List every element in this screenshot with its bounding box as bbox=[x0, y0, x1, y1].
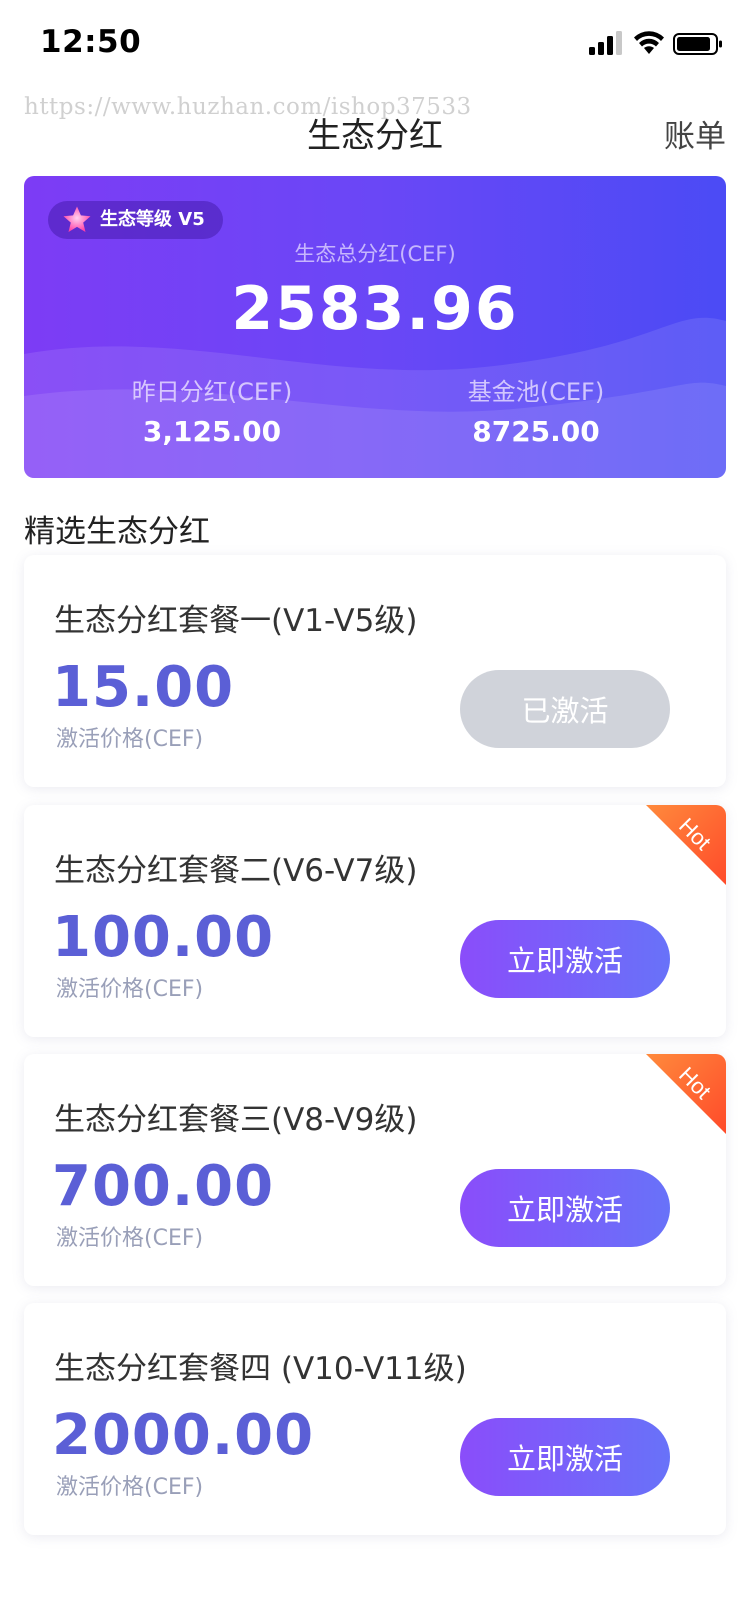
package-card: Hot 生态分红套餐三(V8-V9级) 700.00 激活价格(CEF) 立即激… bbox=[24, 1054, 726, 1286]
package-title: 生态分红套餐三(V8-V9级) bbox=[54, 1102, 418, 1138]
star-icon bbox=[63, 206, 91, 232]
package-title: 生态分红套餐四 (V10-V11级) bbox=[54, 1351, 467, 1387]
package-price: 2000.00 bbox=[52, 1403, 315, 1468]
fund-pool-value: 8725.00 bbox=[472, 415, 600, 448]
status-time: 12:50 bbox=[40, 24, 142, 60]
package-title: 生态分红套餐一(V1-V5级) bbox=[54, 603, 418, 639]
hot-tag: Hot bbox=[646, 1054, 726, 1134]
package-price: 700.00 bbox=[52, 1154, 275, 1219]
package-price-label: 激活价格(CEF) bbox=[56, 1226, 204, 1251]
package-price-label: 激活价格(CEF) bbox=[56, 977, 204, 1002]
package-price-label: 激活价格(CEF) bbox=[56, 727, 204, 752]
wifi-icon bbox=[634, 31, 664, 54]
yesterday-dividend-label: 昨日分红(CEF) bbox=[131, 378, 293, 406]
section-title: 精选生态分红 bbox=[24, 514, 210, 550]
hot-tag: Hot bbox=[646, 805, 726, 885]
activate-now-button[interactable]: 立即激活 bbox=[460, 920, 670, 998]
cellular-signal-icon bbox=[589, 31, 622, 55]
package-title: 生态分红套餐二(V6-V7级) bbox=[54, 853, 418, 889]
total-dividend-label: 生态总分红(CEF) bbox=[294, 242, 456, 266]
package-price: 15.00 bbox=[52, 655, 235, 720]
total-dividend-value: 2583.96 bbox=[231, 274, 519, 344]
activate-now-button[interactable]: 立即激活 bbox=[460, 1418, 670, 1496]
fund-pool: 基金池(CEF) 8725.00 bbox=[386, 372, 686, 448]
package-card: Hot 生态分红套餐二(V6-V7级) 100.00 激活价格(CEF) 立即激… bbox=[24, 805, 726, 1037]
package-card: 生态分红套餐四 (V10-V11级) 2000.00 激活价格(CEF) 立即激… bbox=[24, 1303, 726, 1535]
level-badge: 生态等级 V5 bbox=[48, 201, 223, 239]
package-card: 生态分红套餐一(V1-V5级) 15.00 激活价格(CEF) 已激活 bbox=[24, 555, 726, 787]
fund-pool-label: 基金池(CEF) bbox=[467, 378, 605, 406]
yesterday-dividend: 昨日分红(CEF) 3,125.00 bbox=[62, 372, 362, 448]
status-bar: 12:50 bbox=[0, 0, 750, 88]
activate-now-button[interactable]: 立即激活 bbox=[460, 1169, 670, 1247]
package-price-label: 激活价格(CEF) bbox=[56, 1475, 204, 1500]
level-badge-label: 生态等级 V5 bbox=[100, 209, 205, 230]
activated-button[interactable]: 已激活 bbox=[460, 670, 670, 748]
bill-link[interactable]: 账单 bbox=[664, 111, 726, 156]
battery-icon bbox=[673, 33, 722, 55]
yesterday-dividend-value: 3,125.00 bbox=[142, 415, 282, 448]
package-price: 100.00 bbox=[52, 905, 275, 970]
dividend-summary-card: 生态等级 V5 生态总分红(CEF) 2583.96 昨日分红(CEF) 3,1… bbox=[24, 176, 726, 478]
page-title: 生态分红 bbox=[307, 116, 443, 156]
